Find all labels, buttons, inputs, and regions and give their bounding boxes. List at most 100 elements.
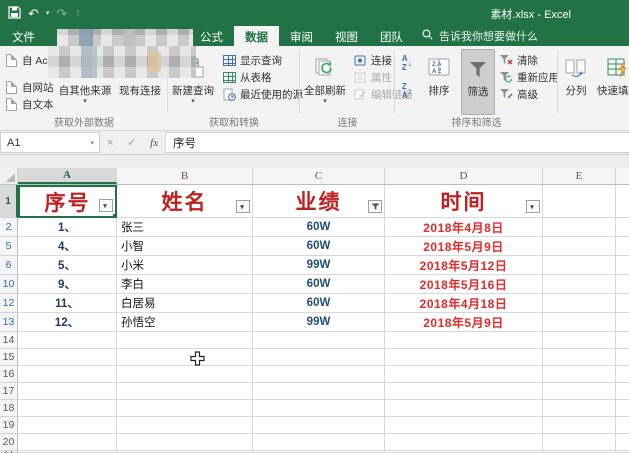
cell-date[interactable]: 2018年4月8日 xyxy=(385,218,543,237)
cell-empty[interactable] xyxy=(117,349,253,366)
cell-d1[interactable]: 时间 ▾ xyxy=(385,185,543,218)
cell-empty[interactable] xyxy=(18,400,117,417)
cancel-entry-icon[interactable]: × xyxy=(107,137,113,149)
cell-empty[interactable] xyxy=(18,349,117,366)
cell-empty[interactable] xyxy=(543,256,616,275)
connections-button[interactable]: 连接 xyxy=(353,52,392,68)
column-header-e[interactable]: E xyxy=(543,168,616,184)
cell-performance[interactable]: 60W xyxy=(253,275,385,294)
cell-c1[interactable]: 业绩 xyxy=(253,185,385,218)
cell-empty[interactable] xyxy=(253,366,385,383)
insert-function-icon[interactable]: fx xyxy=(150,137,158,149)
cell-empty[interactable] xyxy=(253,349,385,366)
from-table-button[interactable]: 从表格 xyxy=(222,69,272,85)
cell-empty[interactable] xyxy=(253,417,385,434)
tab-view[interactable]: 视图 xyxy=(324,26,369,46)
cell-empty[interactable] xyxy=(385,332,543,349)
cell-empty[interactable] xyxy=(616,383,629,400)
advanced-filter-button[interactable]: 高级 xyxy=(499,86,538,102)
flash-fill-button[interactable]: 快速填充 xyxy=(595,49,629,115)
cell-empty[interactable] xyxy=(616,349,629,366)
column-header-b[interactable]: B xyxy=(117,168,253,184)
cell-name[interactable]: 白居易 xyxy=(117,294,253,313)
cell-empty[interactable] xyxy=(616,256,629,275)
cell-b1[interactable]: 姓名 ▾ xyxy=(117,185,253,218)
row-header[interactable]: 17 xyxy=(0,383,18,400)
tab-review[interactable]: 审阅 xyxy=(279,26,324,46)
select-all-corner[interactable] xyxy=(0,168,18,184)
filter-dropdown-icon[interactable]: ▾ xyxy=(236,200,250,213)
cell-performance[interactable]: 99W xyxy=(253,256,385,275)
cell-empty[interactable] xyxy=(543,332,616,349)
tell-me-search[interactable]: 告诉我你想要做什么 xyxy=(414,26,546,46)
cell-empty[interactable] xyxy=(543,218,616,237)
reapply-filter-button[interactable]: 重新应用 xyxy=(499,69,559,85)
cell-empty[interactable] xyxy=(253,400,385,417)
tab-formulas[interactable]: 公式 xyxy=(189,26,234,46)
sort-ascending-icon[interactable]: AZ↓ xyxy=(397,54,417,72)
cell-e1[interactable] xyxy=(543,185,616,218)
cell-empty[interactable] xyxy=(18,366,117,383)
cell-empty[interactable] xyxy=(117,383,253,400)
cell-empty[interactable] xyxy=(253,434,385,451)
cell-empty[interactable] xyxy=(543,275,616,294)
cell-empty[interactable] xyxy=(117,417,253,434)
cell-empty[interactable] xyxy=(616,313,629,332)
filter-button[interactable]: 筛选 xyxy=(461,49,495,115)
column-header-c[interactable]: C xyxy=(253,168,385,184)
cell-name[interactable]: 李白 xyxy=(117,275,253,294)
cell-performance[interactable]: 60W xyxy=(253,237,385,256)
cell-date[interactable]: 2018年5月9日 xyxy=(385,313,543,332)
cell-serial[interactable]: 12、 xyxy=(18,313,117,332)
cell-empty[interactable] xyxy=(117,332,253,349)
cell-serial[interactable]: 1、 xyxy=(18,218,117,237)
clear-filter-button[interactable]: 清除 xyxy=(499,52,538,68)
row-header[interactable]: 18 xyxy=(0,400,18,417)
cell-date[interactable]: 2018年4月18日 xyxy=(385,294,543,313)
cell-empty[interactable] xyxy=(616,218,629,237)
cell-empty[interactable] xyxy=(616,275,629,294)
cell-f1[interactable] xyxy=(616,185,629,218)
cell-empty[interactable] xyxy=(385,417,543,434)
tab-team[interactable]: 团队 xyxy=(369,26,414,46)
cell-serial[interactable]: 5、 xyxy=(18,256,117,275)
row-header[interactable]: 19 xyxy=(0,417,18,434)
cell-empty[interactable] xyxy=(543,434,616,451)
row-header[interactable]: 6 xyxy=(0,256,18,275)
cell-empty[interactable] xyxy=(18,383,117,400)
cell-performance[interactable]: 99W xyxy=(253,313,385,332)
cell-empty[interactable] xyxy=(543,294,616,313)
cell-empty[interactable] xyxy=(543,383,616,400)
cell-empty[interactable] xyxy=(543,237,616,256)
cell-serial[interactable]: 4、 xyxy=(18,237,117,256)
sort-descending-icon[interactable]: ZA↓ xyxy=(397,82,417,100)
undo-dropdown-icon[interactable]: ▾ xyxy=(46,10,50,17)
row-header[interactable]: 15 xyxy=(0,349,18,366)
cell-serial[interactable]: 9、 xyxy=(18,275,117,294)
cell-empty[interactable] xyxy=(543,313,616,332)
cell-empty[interactable] xyxy=(616,417,629,434)
cell-serial[interactable]: 11、 xyxy=(18,294,117,313)
cell-empty[interactable] xyxy=(385,366,543,383)
cell-empty[interactable] xyxy=(543,349,616,366)
cell-empty[interactable] xyxy=(543,417,616,434)
row-header[interactable]: 10 xyxy=(0,275,18,294)
cell-empty[interactable] xyxy=(117,434,253,451)
column-header-d[interactable]: D xyxy=(385,168,543,184)
cell-empty[interactable] xyxy=(616,332,629,349)
cell-empty[interactable] xyxy=(117,400,253,417)
cell-empty[interactable] xyxy=(117,366,253,383)
namebox-dropdown-icon[interactable]: ▾ xyxy=(90,139,99,147)
name-box[interactable]: A1 ▾ xyxy=(0,132,100,153)
undo-icon[interactable]: ↶ xyxy=(28,7,39,20)
cell-empty[interactable] xyxy=(253,383,385,400)
cell-empty[interactable] xyxy=(18,417,117,434)
cell-date[interactable]: 2018年5月16日 xyxy=(385,275,543,294)
row-header-1[interactable]: 1 xyxy=(0,185,18,218)
show-queries-button[interactable]: 显示查询 xyxy=(222,52,282,68)
cell-name[interactable]: 张三 xyxy=(117,218,253,237)
cell-name[interactable]: 小米 xyxy=(117,256,253,275)
cell-date[interactable]: 2018年5月9日 xyxy=(385,237,543,256)
cell-performance[interactable]: 60W xyxy=(253,218,385,237)
from-text-button[interactable]: 自文本 xyxy=(4,96,54,112)
